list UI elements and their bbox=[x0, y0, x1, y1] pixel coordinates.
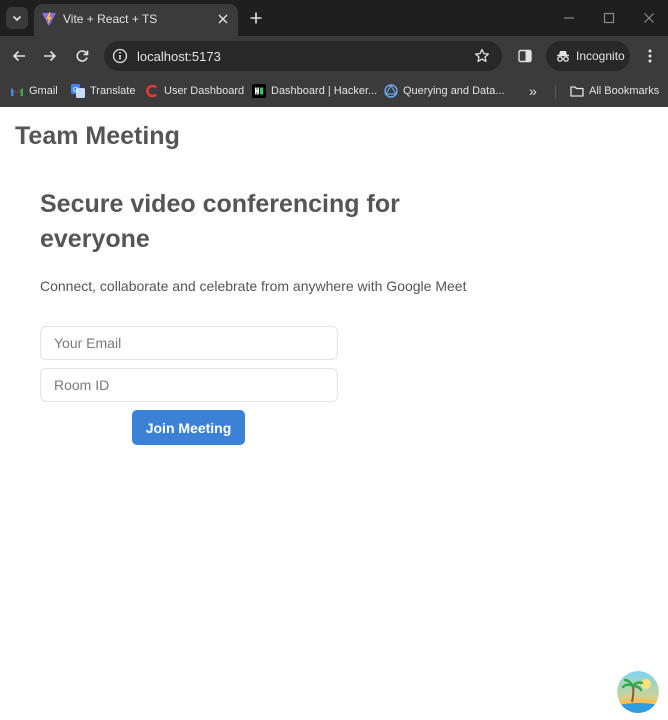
star-icon[interactable] bbox=[474, 48, 490, 64]
side-panel-icon bbox=[518, 49, 532, 63]
svg-text:G: G bbox=[73, 87, 78, 94]
incognito-label: Incognito bbox=[576, 49, 625, 63]
site-info-icon bbox=[112, 48, 128, 64]
bookmarks-overflow-button[interactable]: » bbox=[529, 83, 537, 99]
bookmarks-divider bbox=[555, 85, 556, 99]
side-panel-button[interactable] bbox=[515, 46, 535, 66]
tab-title: Vite + React + TS bbox=[63, 12, 158, 26]
hero-subtitle: Connect, collaborate and celebrate from … bbox=[40, 278, 467, 294]
beach-badge-icon bbox=[617, 671, 659, 713]
address-bar[interactable]: localhost:5173 bbox=[104, 41, 502, 71]
incognito-icon bbox=[557, 51, 569, 62]
new-tab-button[interactable] bbox=[246, 8, 266, 28]
vite-icon bbox=[42, 12, 56, 26]
browser-chrome: Vite + React + TS localhost:5173 Incogni… bbox=[0, 0, 668, 107]
browser-toolbar: localhost:5173 Incognito bbox=[0, 36, 668, 76]
all-bookmarks-button[interactable]: All Bookmarks bbox=[570, 83, 659, 99]
hero-heading: Secure video conferencing for everyone bbox=[40, 190, 400, 253]
folder-icon bbox=[570, 84, 584, 98]
bookmark-label: Dashboard | Hacker... bbox=[271, 85, 378, 97]
more-vertical-icon bbox=[648, 49, 652, 63]
arrow-left-icon bbox=[12, 50, 25, 62]
maximize-icon bbox=[603, 12, 615, 24]
address-url[interactable]: localhost:5173 bbox=[137, 49, 221, 64]
reload-button[interactable] bbox=[72, 46, 92, 66]
arrow-right-icon bbox=[44, 50, 57, 62]
user-dashboard-icon bbox=[145, 84, 159, 98]
gmail-icon bbox=[10, 84, 24, 98]
plus-icon bbox=[250, 12, 262, 24]
hackerrank-icon bbox=[252, 84, 266, 98]
bookmark-label: Querying and Data... bbox=[403, 85, 505, 97]
minimize-icon bbox=[564, 17, 574, 19]
all-bookmarks-label: All Bookmarks bbox=[589, 85, 660, 97]
chevron-down-icon bbox=[12, 15, 22, 22]
room-id-input[interactable] bbox=[40, 368, 338, 402]
back-button[interactable] bbox=[9, 46, 29, 66]
bookmark-label: Gmail bbox=[29, 85, 58, 97]
bookmark-translate[interactable]: G Translate bbox=[71, 83, 135, 99]
forward-button[interactable] bbox=[40, 46, 60, 66]
bookmark-label: User Dashboard bbox=[164, 85, 245, 97]
bookmark-gmail[interactable]: Gmail bbox=[10, 83, 58, 99]
tab-close-button[interactable] bbox=[216, 12, 230, 26]
querying-icon bbox=[384, 84, 398, 98]
reload-icon bbox=[76, 50, 89, 62]
incognito-indicator[interactable]: Incognito bbox=[546, 41, 630, 71]
maximize-button[interactable] bbox=[601, 10, 617, 26]
browser-tab[interactable]: Vite + React + TS bbox=[34, 4, 238, 36]
close-icon bbox=[218, 14, 228, 24]
bookmark-user-dashboard[interactable]: User Dashboard bbox=[145, 83, 244, 99]
email-input[interactable] bbox=[40, 326, 338, 360]
bookmark-querying[interactable]: Querying and Data... bbox=[384, 83, 505, 99]
tab-search-button[interactable] bbox=[6, 7, 28, 29]
tab-strip: Vite + React + TS bbox=[0, 0, 668, 36]
overflow-chevron-icon: » bbox=[529, 83, 537, 99]
close-window-button[interactable] bbox=[641, 10, 657, 26]
translate-icon: G bbox=[71, 84, 85, 98]
join-meeting-button[interactable]: Join Meeting bbox=[132, 410, 245, 445]
bookmark-hackerrank[interactable]: Dashboard | Hacker... bbox=[252, 83, 377, 99]
bookmarks-bar: Gmail G Translate User Dashboard Dashboa… bbox=[0, 76, 668, 107]
app-title: Team Meeting bbox=[15, 122, 180, 150]
close-icon bbox=[644, 13, 654, 23]
minimize-button[interactable] bbox=[561, 10, 577, 26]
browser-menu-button[interactable] bbox=[640, 46, 660, 66]
bookmark-label: Translate bbox=[90, 85, 136, 97]
